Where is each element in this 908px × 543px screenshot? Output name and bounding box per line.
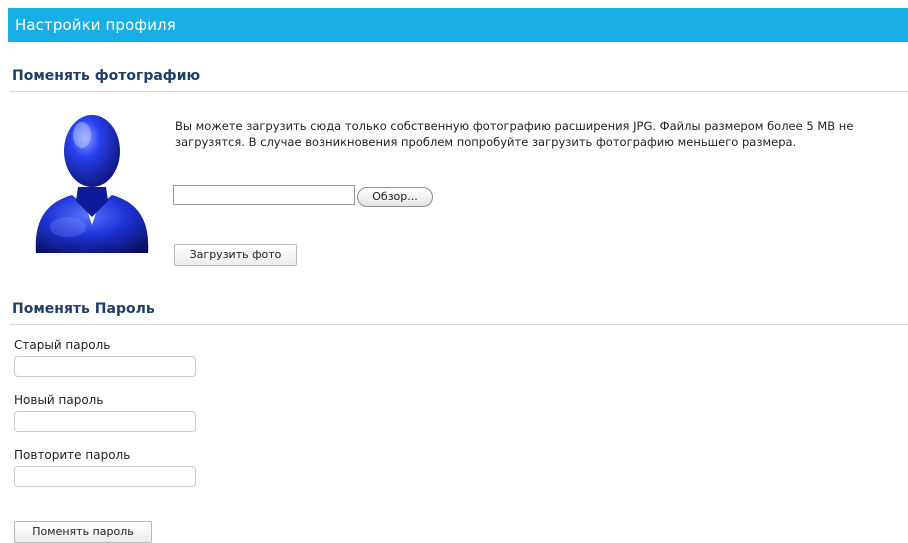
section-divider [10,91,908,92]
repeat-password-input[interactable] [14,466,196,487]
new-password-input[interactable] [14,411,196,432]
password-section-title: Поменять Пароль [12,301,155,317]
new-password-label: Новый пароль [14,393,104,407]
photo-description: Вы можете загрузить сюда только собствен… [175,119,854,149]
change-password-button[interactable]: Поменять пароль [14,521,152,543]
old-password-input[interactable] [14,356,196,377]
upload-photo-button[interactable]: Загрузить фото [174,244,297,266]
file-path-field[interactable] [173,185,355,205]
user-silhouette-icon [35,115,149,253]
section-divider [10,324,908,325]
photo-section-title: Поменять фотографию [12,68,201,84]
page-title: Настройки профиля [15,16,176,34]
browse-button[interactable]: Обзор... [357,187,433,207]
old-password-label: Старый пароль [14,338,111,352]
page-header: Настройки профиля [8,8,908,42]
repeat-password-label: Повторите пароль [14,448,131,462]
